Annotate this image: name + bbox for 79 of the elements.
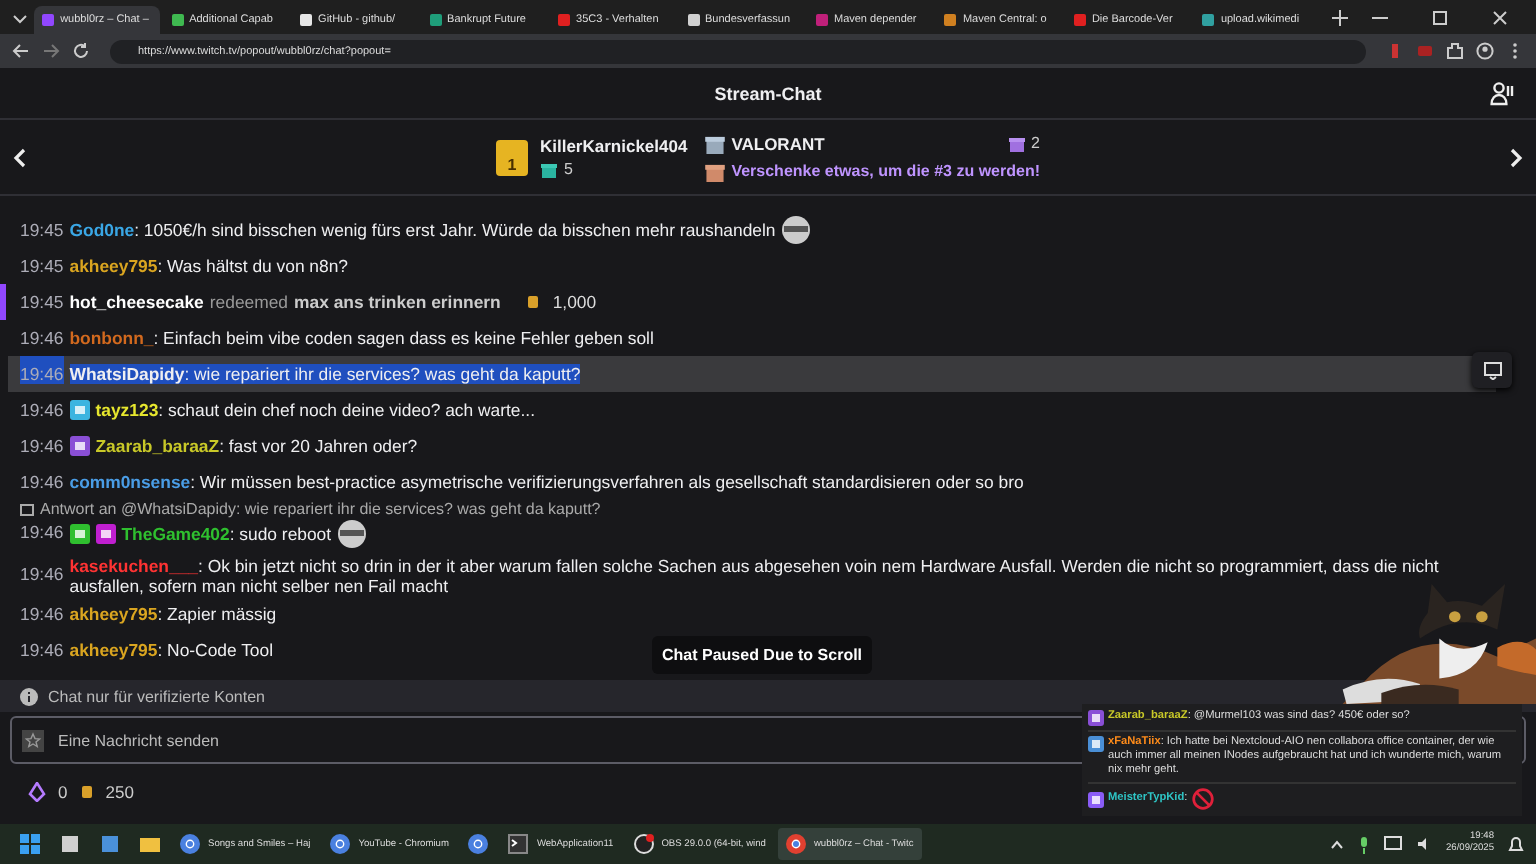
chat-paused-banner[interactable]: Chat Paused Due to Scroll (652, 636, 873, 674)
chat-message: TheGame402: sudo reboot (121, 524, 332, 544)
star-icon[interactable] (22, 729, 44, 751)
timestamp: 19:45 (20, 218, 64, 240)
terminal-icon (508, 834, 529, 854)
timestamp: 19:46 (20, 434, 64, 456)
channel-points-icon (526, 294, 541, 310)
reply-context: Antwort an @WhatsiDapidy: wie repariert ihr die services? was geht da kaputt? (40, 500, 601, 520)
timestamp: 19:46 (20, 562, 64, 584)
network-icon[interactable] (1383, 836, 1402, 852)
chat-message: kasekuchen___: Ok bin jetzt nicht so drin in der it aber warum fallen solche Sachen aus abgesehen voin nem Hardware Ausfall. Werden die nicht so programmiert, dass die nicht ausfallen, sofern man nicht selber nen Fail macht (69, 556, 1441, 596)
timestamp: 19:46 (20, 638, 64, 660)
browser-icon (180, 834, 200, 854)
username: hot_cheesecake (69, 292, 204, 312)
grid-icon (20, 834, 40, 854)
reload-icon[interactable] (72, 42, 90, 60)
timestamp: 19:46 (20, 326, 64, 348)
gift-icon (703, 132, 726, 154)
channel-points-count: 250 (105, 782, 134, 802)
badge-icon (95, 524, 116, 544)
browser-icon (785, 834, 806, 854)
chat-message: comm0nsense: Wir müssen best-practice asymetrische verifizierungsverfahren als gesellschaft standardisieren oder so bro (69, 472, 1024, 492)
chat-message: akheey795: No-Code Tool (69, 640, 274, 660)
chat-title: Stream-Chat (714, 83, 822, 103)
gift-icon (703, 160, 726, 182)
bits-count: 0 (58, 782, 68, 802)
profile-icon[interactable] (1476, 42, 1494, 60)
game-name: VALORANT (731, 133, 825, 153)
reward-name: max ans trinken erinnern (294, 292, 501, 312)
gift-badge: 1 (495, 139, 528, 175)
timestamp: 19:46 (20, 470, 64, 492)
back-icon[interactable] (12, 42, 30, 60)
info-icon (20, 687, 38, 705)
microphone-icon[interactable] (1357, 835, 1370, 853)
new-tab-icon[interactable] (1331, 9, 1348, 25)
chevron-up-icon[interactable] (1329, 839, 1344, 849)
channel-points-icon[interactable] (79, 784, 94, 800)
puzzle-icon[interactable] (1446, 42, 1464, 60)
chat-message: tayz123: schaut dein chef noch deine video? ach warte... (95, 400, 536, 420)
timestamp: 19:46 (20, 520, 64, 542)
browser-icon (330, 834, 351, 854)
gift-prompt[interactable]: Verschenke etwas, um die #3 zu werden! (731, 162, 1040, 180)
verified-only-notice: Chat nur für verifizierte Konten (48, 687, 265, 705)
chat-message: bonbonn_: Einfach beim vibe coden sagen dass es keine Fehler geben soll (69, 328, 654, 348)
gift-icon (1007, 134, 1026, 152)
timestamp: 19:46 (20, 602, 64, 624)
notification-icon[interactable] (1508, 835, 1524, 853)
top-gifter-name: KillerKarnickel404 (539, 136, 688, 156)
forward-icon[interactable] (42, 42, 60, 60)
gift-count: 2 (1031, 134, 1040, 152)
badge-icon (69, 524, 90, 544)
timestamp: 19:45 (20, 254, 64, 276)
chat-message: akheey795: Zapier mässig (69, 604, 277, 624)
folder-icon (140, 834, 160, 854)
chat-message: God0ne: 1050€/h sind bisschen wenig fürs erst Jahr. Würde da bisschen mehr raushandeln (69, 220, 776, 240)
reply-icon (20, 503, 34, 517)
points-cost: 1,000 (552, 292, 597, 312)
prohibited-icon (1191, 788, 1214, 810)
tab-list-icon[interactable] (8, 9, 31, 25)
reply-button[interactable] (1472, 352, 1512, 388)
comment-icon (1483, 361, 1501, 379)
gift-icon (539, 160, 558, 178)
speaker-icon[interactable] (1415, 836, 1432, 852)
bits-icon[interactable] (28, 782, 46, 802)
chat-message: akheey795: Was hältst du von n8n? (69, 256, 349, 276)
timestamp: 19:46 (20, 356, 64, 384)
badge-icon (69, 436, 90, 456)
browser-icon (468, 834, 489, 854)
record-icon (633, 834, 654, 854)
redeem-action: redeemed (209, 292, 289, 312)
square-icon (100, 834, 120, 854)
timestamp: 19:45 (20, 290, 64, 312)
users-icon[interactable] (1490, 82, 1516, 106)
timestamp: 19:46 (20, 398, 64, 420)
gift-count: 5 (563, 160, 573, 178)
emote-icon (337, 520, 366, 548)
emote-icon (781, 216, 810, 244)
square-icon (60, 834, 80, 854)
chat-message: Zaarab_baraaZ: fast vor 20 Jahren oder? (95, 436, 418, 456)
